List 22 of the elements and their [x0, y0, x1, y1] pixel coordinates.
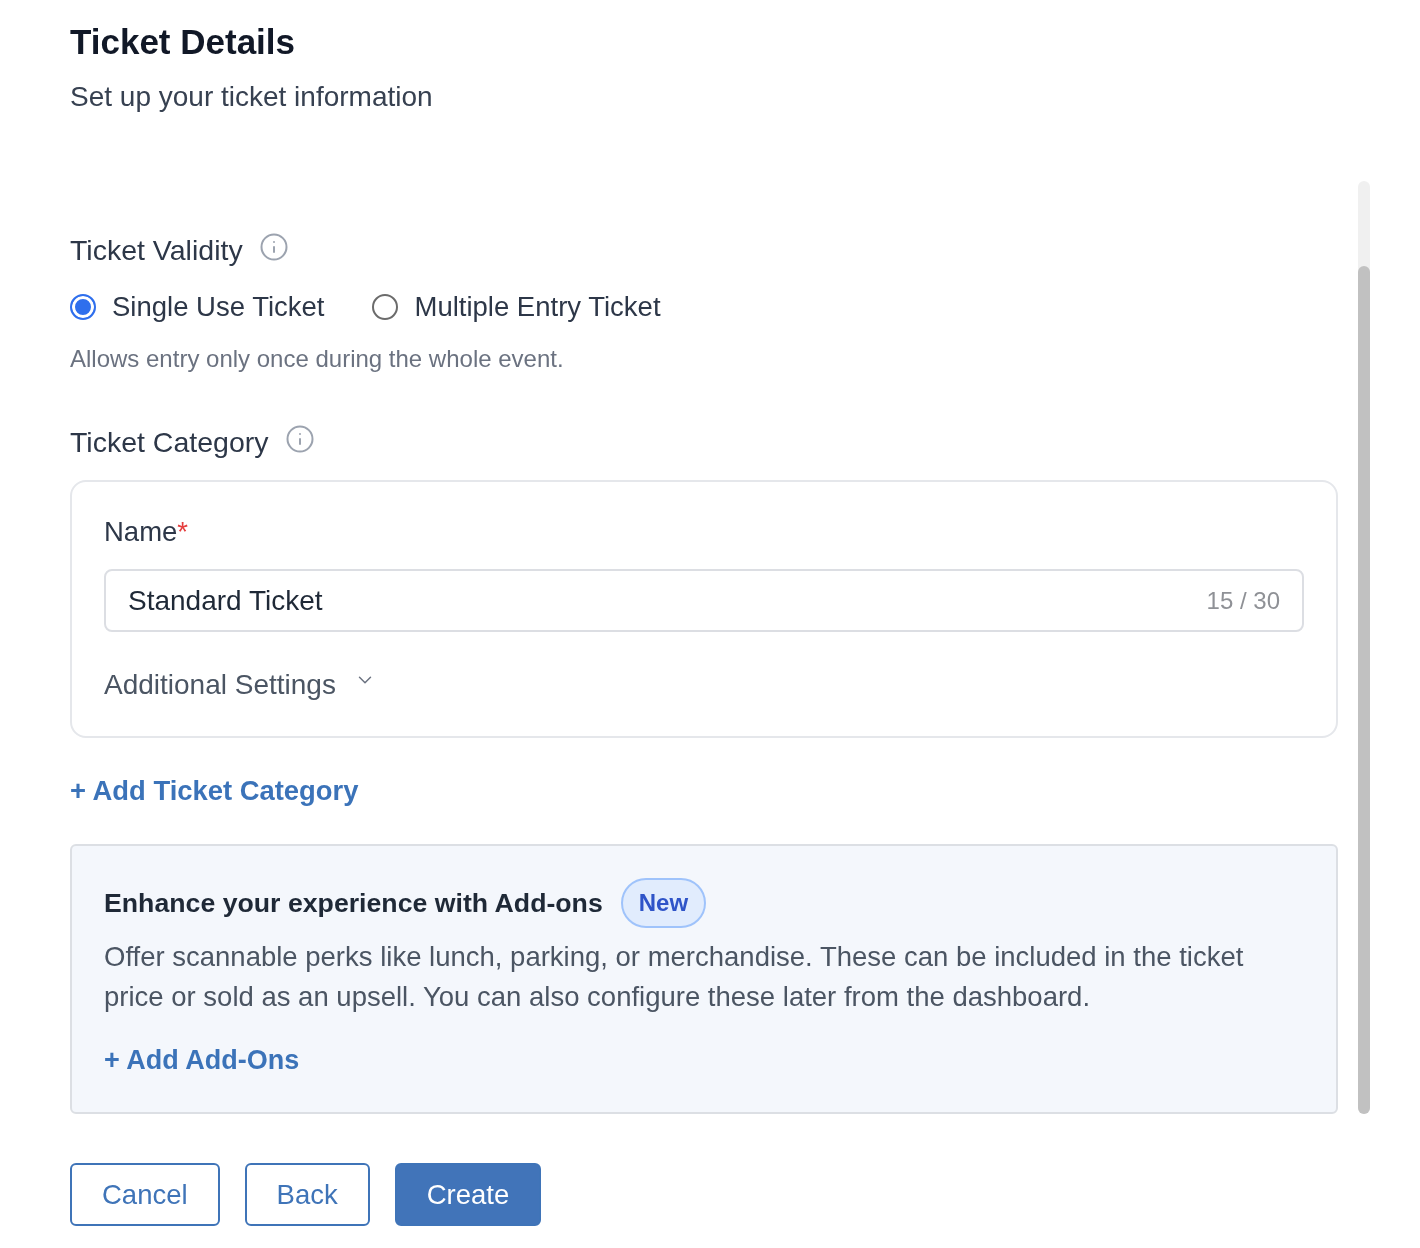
section-label: Ticket Category — [70, 425, 269, 460]
new-badge: New — [620, 878, 707, 928]
radio-option[interactable]: Single Use Ticket — [70, 289, 325, 325]
page-subtitle: Set up your ticket information — [70, 81, 433, 113]
info-icon[interactable] — [284, 424, 315, 454]
info-icon[interactable] — [258, 232, 289, 262]
additional-settings-toggle[interactable]: Additional Settings — [104, 667, 376, 703]
addons-description: Offer scannable perks like lunch, parking, or merchandise. These can be included in the ticket price or sold as an upsell. You can also configure these later from the dashboard. — [104, 940, 1245, 1014]
primary-button[interactable]: Create — [394, 1163, 542, 1226]
add-category-link[interactable]: + Add Ticket Category — [70, 773, 359, 809]
character-counter: 15 / 30 — [1206, 586, 1280, 615]
radio-icon[interactable] — [70, 294, 96, 320]
radio-icon[interactable] — [372, 294, 399, 320]
radio-option[interactable]: Multiple Entry Ticket — [372, 289, 661, 325]
outline-button[interactable]: Back — [244, 1163, 370, 1226]
help-text: Allows entry only once during the whole event. — [70, 344, 564, 374]
outline-button[interactable]: Cancel — [70, 1163, 220, 1226]
page-title: Ticket Details — [70, 22, 296, 62]
addons-title: Enhance your experience with Add-ons — [104, 887, 603, 920]
field-label: Name* — [104, 515, 189, 549]
section-label: Ticket Validity — [70, 233, 243, 268]
add-addons-link[interactable]: + Add Add-Ons — [104, 1042, 300, 1078]
